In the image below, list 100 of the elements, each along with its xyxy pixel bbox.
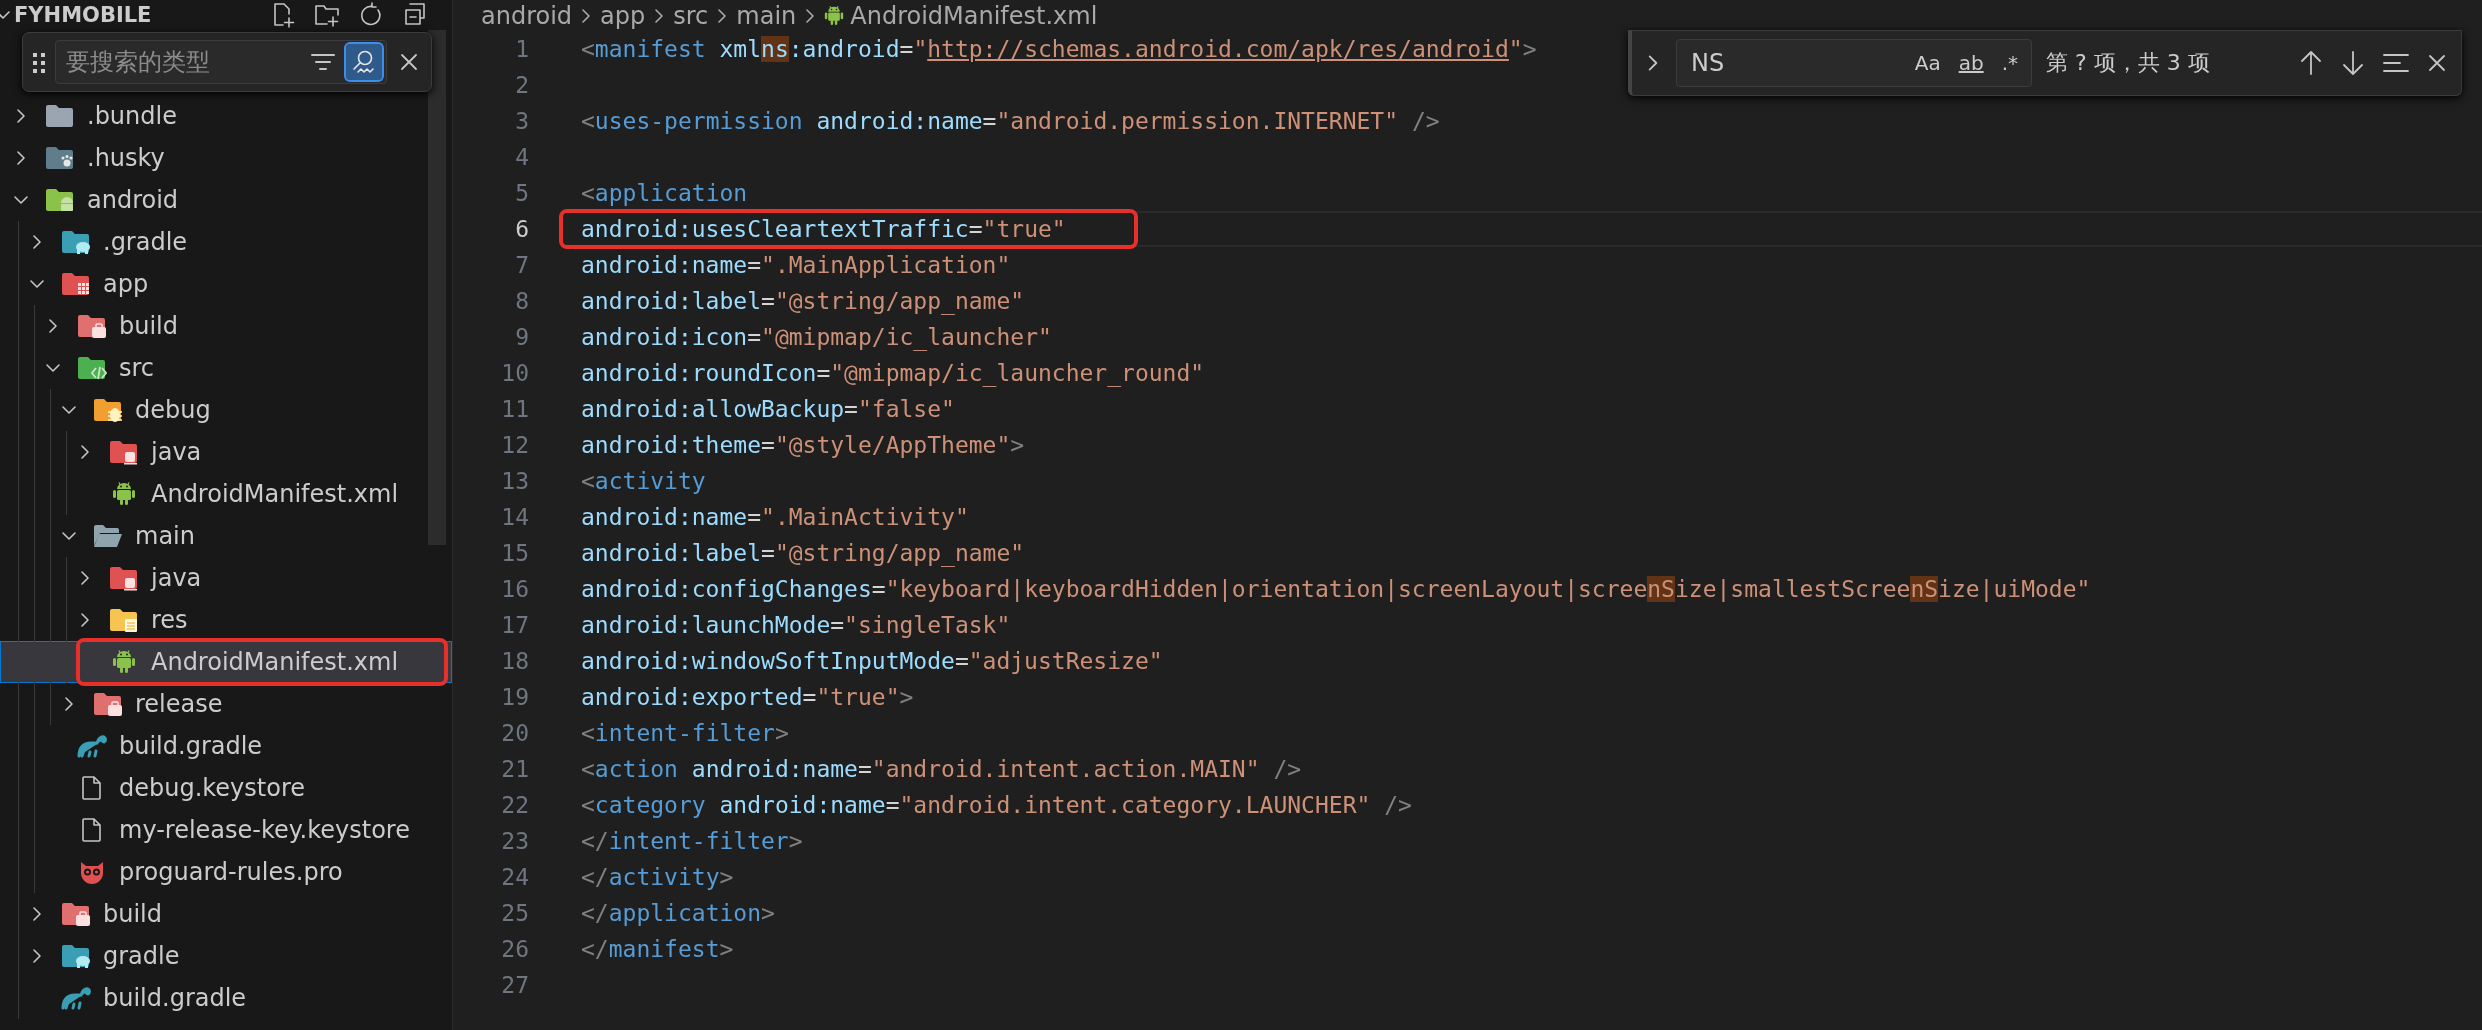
- tree-item[interactable]: android: [0, 179, 452, 221]
- code-line: <manifest xmlns:android="http://schemas.android.com/apk/res/android">: [581, 36, 1537, 62]
- android-robot-icon: [824, 4, 845, 27]
- tree-item[interactable]: java: [0, 557, 452, 599]
- drag-handle-icon[interactable]: [31, 51, 47, 73]
- folder-icon: [45, 187, 75, 213]
- tree-item[interactable]: build.gradle: [0, 725, 452, 767]
- code-line: <activity: [581, 468, 706, 494]
- tree-item[interactable]: main: [0, 515, 452, 557]
- line-number: 6: [514, 215, 530, 244]
- line-number: 17: [500, 611, 530, 640]
- code-line: android:launchMode="singleTask": [581, 612, 1011, 638]
- code-line: android:name=".MainApplication": [581, 252, 1011, 278]
- tree-item[interactable]: .gradle: [0, 221, 452, 263]
- fuzzy-match-toggle[interactable]: [346, 44, 382, 80]
- tree-item[interactable]: .husky: [0, 137, 452, 179]
- tree-item[interactable]: build.gradle: [0, 977, 452, 1019]
- line-number: 10: [500, 359, 530, 388]
- code-line: android:name=".MainActivity": [581, 504, 969, 530]
- code-line: android:label="@string/app_name": [581, 540, 1025, 566]
- line-number: 5: [514, 179, 530, 208]
- code-line: android:theme="@style/AppTheme">: [581, 432, 1025, 458]
- refresh-icon[interactable]: [358, 2, 384, 28]
- line-number: 19: [500, 683, 530, 712]
- tree-item[interactable]: gradle: [0, 935, 452, 977]
- tree-item[interactable]: release: [0, 683, 452, 725]
- code-line: android:configChanges="keyboard|keyboardHidden|orientation|screenLayout|screenSize|smallestScreenSize|uiMode": [581, 576, 2091, 602]
- code-line: android:usesCleartextTraffic="true": [581, 216, 1066, 242]
- folder-icon: [61, 271, 91, 297]
- scrollbar-thumb[interactable]: [428, 30, 446, 545]
- line-number: 27: [500, 971, 530, 1000]
- tree-item[interactable]: app: [0, 263, 452, 305]
- code-line: android:allowBackup="false": [581, 396, 955, 422]
- arrow-up-icon: [2298, 49, 2324, 77]
- folder-icon: [93, 691, 123, 717]
- new-folder-icon[interactable]: [314, 2, 340, 28]
- folder-icon: [77, 355, 107, 381]
- lines-icon: [2382, 51, 2410, 75]
- find-option-button[interactable]: .*: [1996, 49, 2023, 77]
- tree-item[interactable]: .bundle: [0, 95, 452, 137]
- close-icon: [398, 51, 420, 73]
- find-field[interactable]: NS Aa ab .*: [1676, 39, 2032, 87]
- code-line: <application: [581, 180, 748, 206]
- tree-item[interactable]: AndroidManifest.xml: [0, 473, 452, 515]
- line-number: 21: [500, 755, 530, 784]
- line-number: 4: [514, 143, 530, 172]
- filter-input[interactable]: 要搜索的类型: [64, 47, 300, 77]
- arrow-down-icon: [2340, 49, 2366, 77]
- line-number: 12: [500, 431, 530, 460]
- tree-item[interactable]: debug.keystore: [0, 767, 452, 809]
- match-count: 第 ? 项，共 3 项: [2046, 49, 2211, 77]
- collapse-all-icon[interactable]: [402, 2, 428, 28]
- tree-item[interactable]: debug: [0, 389, 452, 431]
- line-number: 20: [500, 719, 530, 748]
- line-number: 18: [500, 647, 530, 676]
- tree-item[interactable]: AndroidManifest.xml: [0, 641, 452, 683]
- tree-item[interactable]: proguard-rules.pro: [0, 851, 452, 893]
- code-line: <category android:name="android.intent.category.LAUNCHER" />: [581, 792, 1412, 818]
- tree-item[interactable]: my-release-key.keystore: [0, 809, 452, 851]
- code-line: android:windowSoftInputMode="adjustResize": [581, 648, 1163, 674]
- line-number: 1: [514, 35, 530, 64]
- tree-item[interactable]: res: [0, 599, 452, 641]
- breadcrumb-item[interactable]: android: [481, 1, 573, 30]
- tree-item[interactable]: src: [0, 347, 452, 389]
- tree-item[interactable]: build: [0, 305, 452, 347]
- code-line: android:icon="@mipmap/ic_launcher": [581, 324, 1052, 350]
- folder-icon: [109, 607, 139, 633]
- code-line: android:label="@string/app_name": [581, 288, 1025, 314]
- line-number: 24: [500, 863, 530, 892]
- line-number: 7: [514, 251, 530, 280]
- folder-icon: [61, 901, 91, 927]
- code-line: <uses-permission android:name="android.permission.INTERNET" />: [581, 108, 1440, 134]
- line-number: 8: [514, 287, 530, 316]
- folder-icon: [45, 145, 75, 171]
- breadcrumb-item[interactable]: src: [673, 1, 709, 30]
- code-line: </intent-filter>: [581, 828, 803, 854]
- folder-icon: [61, 943, 91, 969]
- breadcrumb-item[interactable]: AndroidManifest.xml: [850, 1, 1098, 30]
- folder-icon: [77, 313, 107, 339]
- code-line: android:roundIcon="@mipmap/ic_launcher_round": [581, 360, 1205, 386]
- filter-field[interactable]: 要搜索的类型: [55, 40, 387, 84]
- find-option-button[interactable]: Aa: [1909, 49, 1946, 77]
- line-number: 16: [500, 575, 530, 604]
- android-robot-icon: [112, 481, 136, 507]
- tree-item[interactable]: java: [0, 431, 452, 473]
- find-option-button[interactable]: ab: [1953, 49, 1989, 77]
- folder-icon: [109, 439, 139, 465]
- find-input[interactable]: NS: [1689, 48, 1902, 78]
- line-number: 23: [500, 827, 530, 856]
- elephant-icon: [61, 986, 91, 1010]
- tree-item[interactable]: build: [0, 893, 452, 935]
- code-line: android:exported="true">: [581, 684, 914, 710]
- code-line: </activity>: [581, 864, 734, 890]
- breadcrumb-item[interactable]: app: [600, 1, 646, 30]
- breadcrumb-item[interactable]: main: [736, 1, 797, 30]
- line-number: 14: [500, 503, 530, 532]
- line-number: 11: [500, 395, 530, 424]
- line-number: 25: [500, 899, 530, 928]
- folder-icon: [61, 229, 91, 255]
- folder-icon: [45, 103, 75, 129]
